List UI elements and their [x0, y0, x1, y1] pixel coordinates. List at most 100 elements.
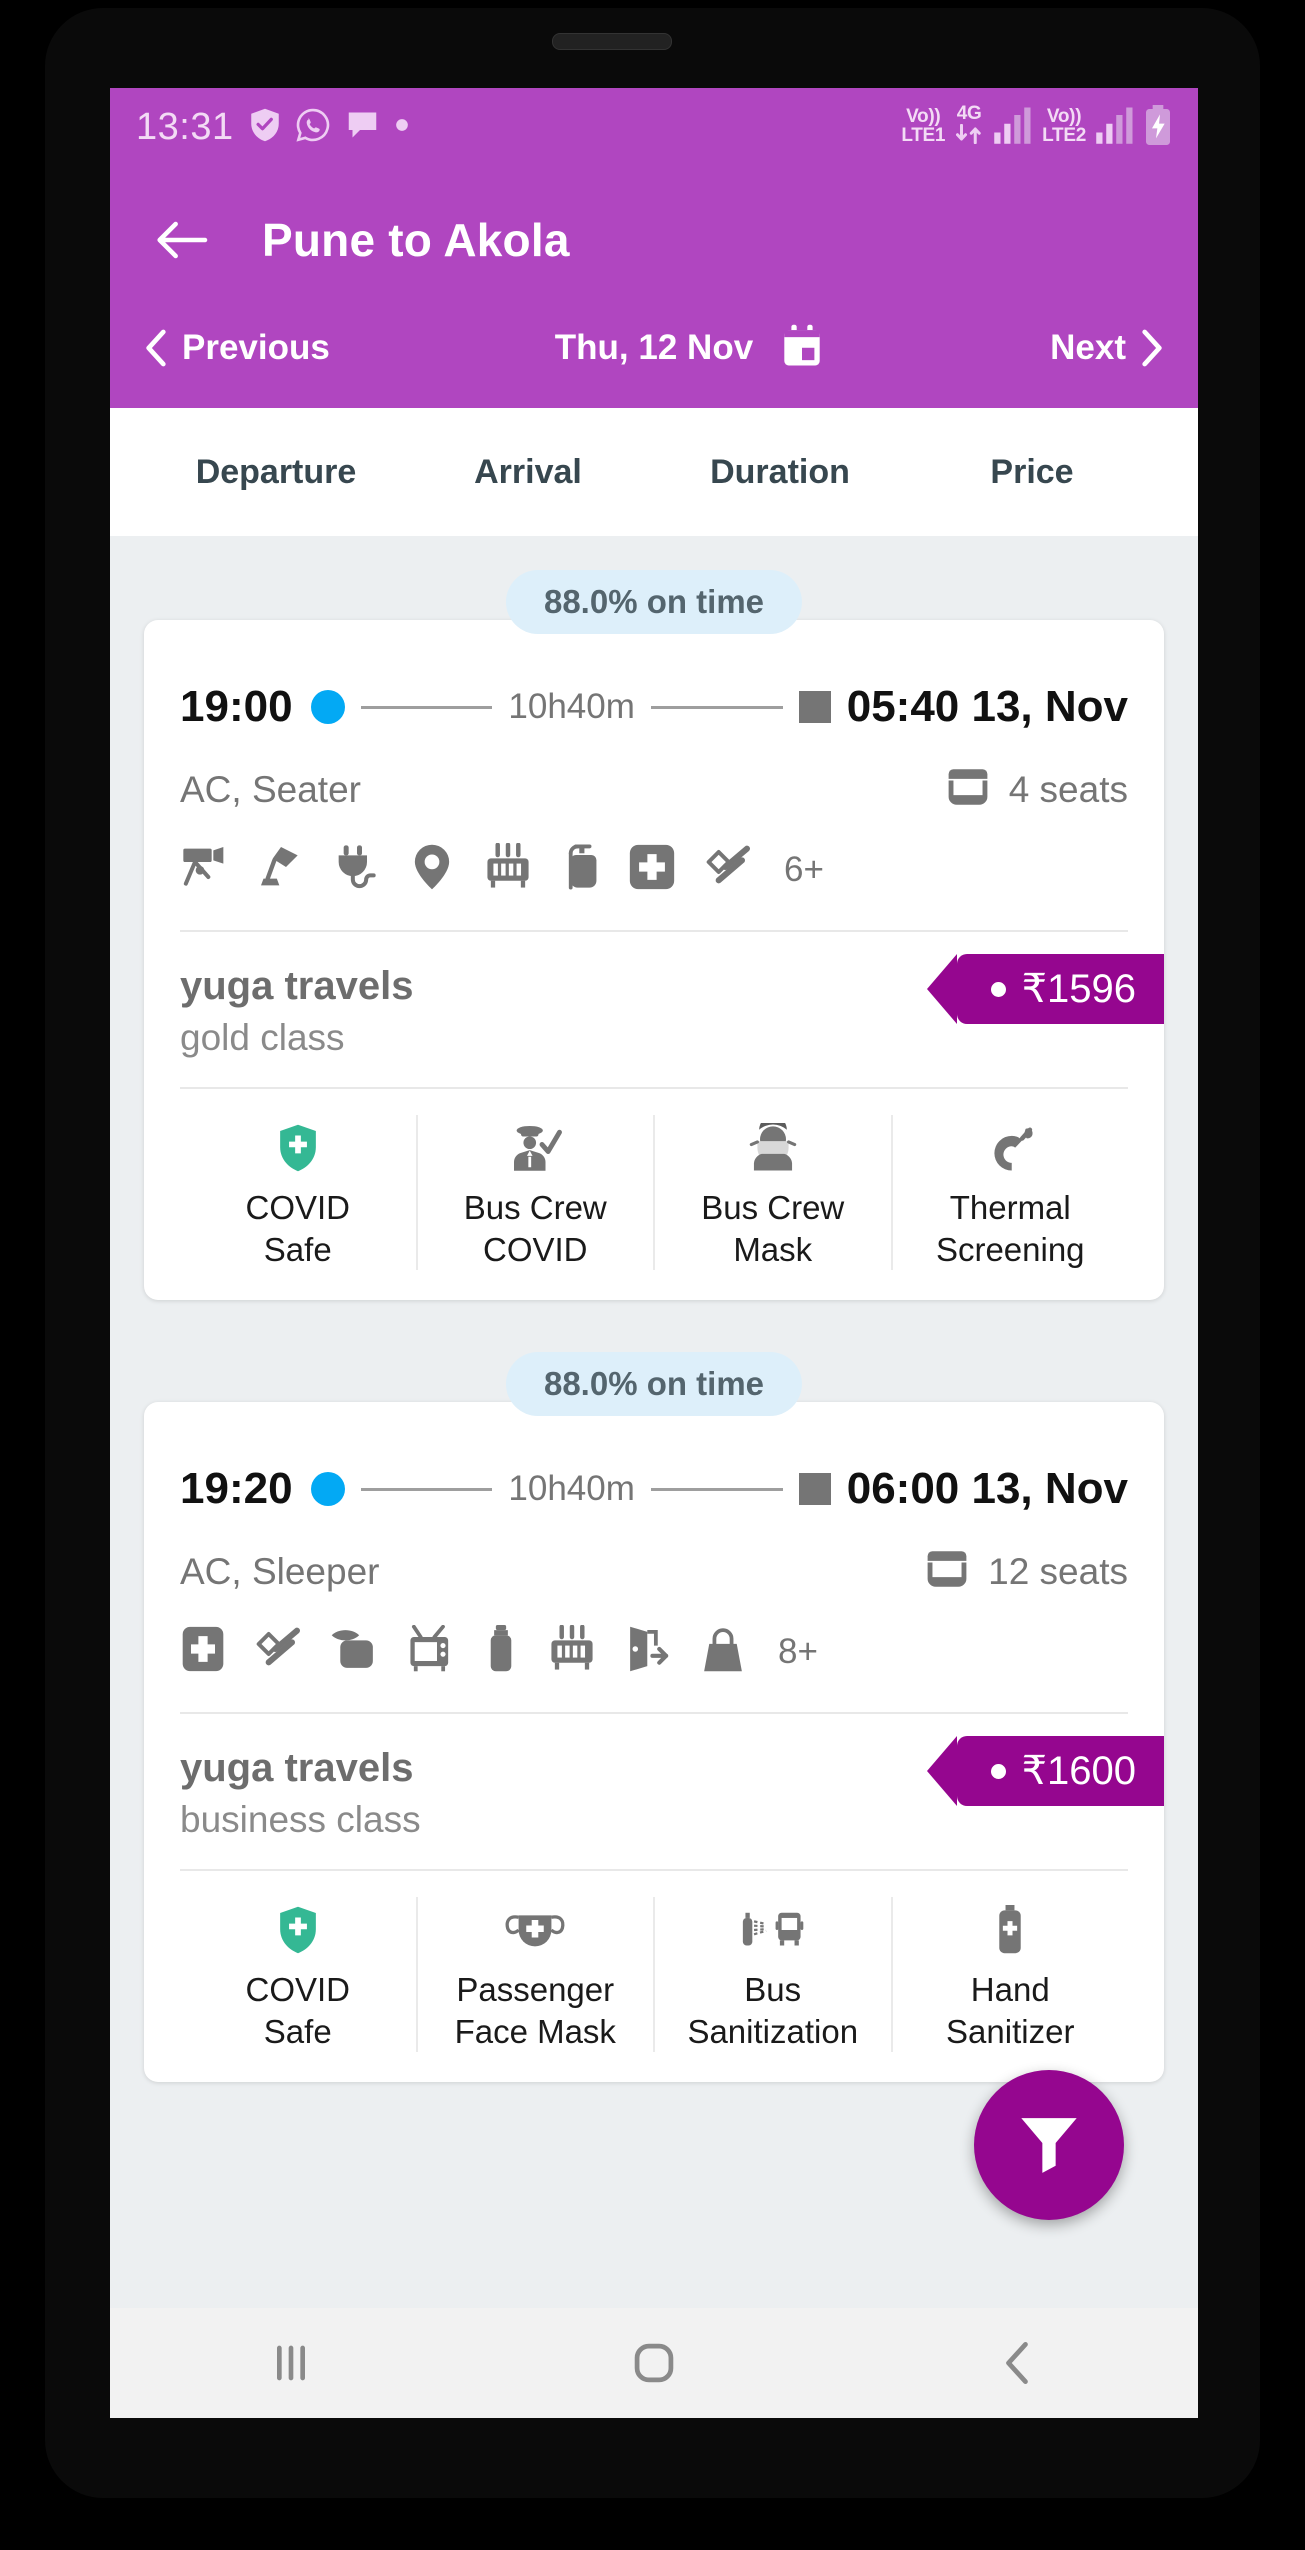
status-clock: 13:31: [136, 105, 234, 148]
seats-count-label: 12 seats: [988, 1550, 1128, 1592]
arrival-time: 05:40 13, Nov: [846, 682, 1128, 731]
bus-type-label: AC, Seater: [180, 768, 361, 810]
covid-badge: Thermal Screening: [893, 1115, 1129, 1270]
next-day-button[interactable]: Next: [1050, 328, 1164, 368]
journey-timeline: 19:00 10h40m 05:40 13, Nov: [180, 660, 1128, 732]
covid-badge: Bus Sanitization: [655, 1897, 893, 2053]
previous-day-label: Previous: [182, 328, 330, 367]
home-icon[interactable]: [579, 2308, 729, 2418]
price-value: ₹1600: [1021, 1749, 1136, 1794]
pillow-blanket-icon: [328, 1625, 380, 1678]
bus-type-row: AC, Sleeper 12 seats: [180, 1548, 1128, 1595]
reading-lamp-icon: [256, 843, 306, 896]
sort-tab-arrival[interactable]: Arrival: [402, 453, 654, 492]
covid-badge-label: Hand Sanitizer: [946, 1971, 1075, 2050]
covid-badges-row: COVID Safe Passenger Face Mask Bus Sanit…: [180, 1871, 1128, 2082]
android-nav-bar: [110, 2308, 1198, 2418]
network-type-indicator: 4G: [954, 104, 984, 149]
sort-tab-duration[interactable]: Duration: [654, 453, 906, 492]
status-bar-right: Vo)) LTE1 4G Vo)) LTE2: [901, 104, 1172, 150]
seat-icon: [945, 766, 991, 813]
whatsapp-icon: [296, 108, 330, 147]
page-title: Pune to Akola: [262, 214, 570, 266]
covid-badges-row: COVID Safe Bus Crew COVID Bus Crew Mask …: [180, 1089, 1128, 1300]
date-navigation: Previous Thu, 12 Nov Next: [110, 288, 1198, 408]
television-icon: [406, 1625, 456, 1678]
calendar-icon[interactable]: [779, 323, 825, 374]
sort-tab-departure[interactable]: Departure: [150, 453, 402, 492]
hand-sanitizer-icon: [991, 1897, 1029, 1955]
first-aid-kit-icon: [180, 1625, 226, 1678]
cctv-camera-icon: [180, 843, 230, 896]
departure-time: 19:00: [180, 682, 293, 731]
timeline-line: [360, 705, 493, 709]
on-time-badge: 88.0% on time: [505, 1352, 803, 1417]
bus-crew-mask-icon: [747, 1115, 799, 1173]
gps-tracking-icon: [408, 843, 456, 896]
previous-day-button[interactable]: Previous: [144, 328, 330, 368]
arrival-time: 06:00 13, Nov: [846, 1464, 1128, 1514]
nav-back-icon[interactable]: [942, 2308, 1092, 2418]
amenities-more-count[interactable]: 6+: [784, 850, 824, 890]
bus-card[interactable]: 19:20 10h40m 06:00 13, Nov AC, Sleeper 1…: [144, 1402, 1164, 2083]
bus-card-wrapper: 88.0% on time 19:00 10h40m 05:40 13, Nov…: [110, 558, 1198, 1340]
price-tag[interactable]: ₹1596: [926, 954, 1164, 1024]
fire-extinguisher-icon: [560, 843, 602, 896]
covid-badge-label: Bus Crew Mask: [701, 1189, 845, 1268]
arrival-square-icon: [798, 691, 831, 723]
seat-icon: [924, 1548, 970, 1595]
back-arrow-icon[interactable]: [142, 201, 220, 279]
bus-crew-covid-icon: [507, 1115, 563, 1173]
covid-badge-label: COVID Safe: [245, 1971, 350, 2050]
bus-sanitization-icon: [742, 1897, 804, 1955]
bus-type-row: AC, Seater 4 seats: [180, 766, 1128, 813]
price-tag[interactable]: ₹1600: [926, 1736, 1164, 1807]
chevron-left-icon: [146, 329, 166, 367]
seats-available: 4 seats: [945, 766, 1128, 813]
app-bar: Pune to Akola Previous Thu, 12 Nov Next: [110, 166, 1198, 408]
recents-icon[interactable]: [216, 2308, 366, 2418]
covid-badge: Passenger Face Mask: [418, 1897, 655, 2053]
departure-dot-icon: [310, 690, 345, 724]
covid-badge: Hand Sanitizer: [893, 1897, 1129, 2052]
amenities-row: 8+: [180, 1624, 1128, 1715]
covid-badge: Bus Crew Mask: [655, 1115, 893, 1271]
volte-sim2-indicator: Vo)) LTE2: [1042, 106, 1086, 146]
date-picker-button[interactable]: Thu, 12 Nov: [330, 323, 1050, 374]
amenities-more-count[interactable]: 8+: [778, 1632, 818, 1672]
covid-badge-label: COVID Safe: [245, 1189, 350, 1268]
emergency-exit-icon: [624, 1625, 674, 1678]
chevron-right-icon: [1142, 329, 1162, 367]
price-tag-hole-icon: [990, 1763, 1006, 1779]
status-bar-left: 13:31: [136, 106, 901, 149]
sort-header: Departure Arrival Duration Price: [110, 408, 1198, 536]
bus-results-list: 88.0% on time 19:00 10h40m 05:40 13, Nov…: [110, 536, 1198, 2123]
seats-count-label: 4 seats: [1008, 768, 1128, 810]
app-bar-top-row: Pune to Akola: [110, 192, 1198, 288]
status-bar: 13:31 Vo)) LTE1 4G Vo)) LTE2: [110, 88, 1198, 166]
operator-row: yuga travels business class ₹1600: [180, 1714, 1164, 1872]
bus-card[interactable]: 19:00 10h40m 05:40 13, Nov AC, Seater 4 …: [144, 620, 1164, 1301]
price-tag-hole-icon: [990, 981, 1006, 997]
signal-bars-icon: [1095, 106, 1135, 149]
message-icon: [346, 110, 379, 145]
heater-icon: [546, 1624, 598, 1678]
covid-badge: Bus Crew COVID: [418, 1115, 655, 1271]
covid-safe-shield-icon: [276, 1897, 320, 1955]
covid-safe-shield-icon: [276, 1115, 320, 1173]
phone-screen: 13:31 Vo)) LTE1 4G Vo)) LTE2 Pune to Ako…: [110, 88, 1198, 2418]
bus-card-wrapper: 88.0% on time 19:20 10h40m 06:00 13, Nov…: [110, 1340, 1198, 2122]
current-date-label: Thu, 12 Nov: [554, 328, 754, 367]
journey-duration: 10h40m: [508, 687, 635, 726]
filter-fab-button[interactable]: [974, 2070, 1124, 2220]
covid-badge-label: Thermal Screening: [935, 1189, 1085, 1268]
luggage-bag-icon: [700, 1625, 746, 1678]
on-time-badge: 88.0% on time: [505, 570, 803, 634]
phone-shell: 13:31 Vo)) LTE1 4G Vo)) LTE2 Pune to Ako…: [0, 0, 1305, 2550]
earpiece-speaker: [552, 33, 672, 50]
sort-tab-price[interactable]: Price: [906, 453, 1158, 492]
heater-icon: [482, 842, 534, 896]
covid-badge: COVID Safe: [180, 1897, 418, 2053]
price-value: ₹1596: [1021, 967, 1136, 1011]
volte-sim1-indicator: Vo)) LTE1: [901, 106, 946, 146]
